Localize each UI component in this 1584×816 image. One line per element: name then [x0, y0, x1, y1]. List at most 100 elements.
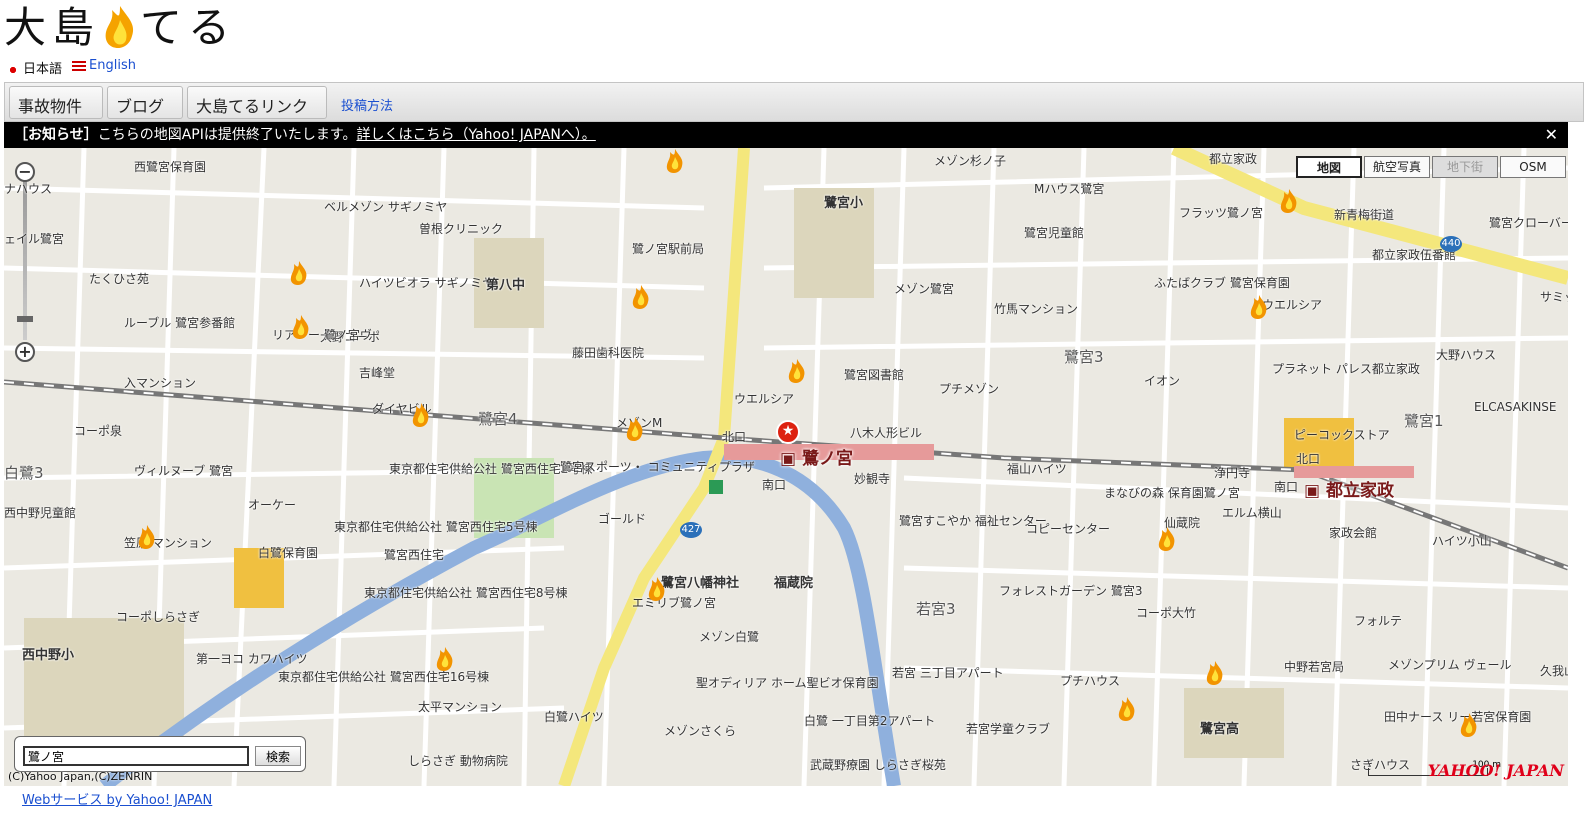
- notice-bar: ［お知らせ］こちらの地図APIは提供終了いたします。詳しくはこちら（Yahoo!…: [4, 122, 1568, 148]
- logo-fire-icon: [100, 2, 140, 50]
- map-label: メゾンさくら: [664, 724, 737, 738]
- map-label: 福蔵院: [774, 576, 814, 591]
- map-label: たくひさ苑: [89, 272, 150, 286]
- map-label: 新青梅街道: [1334, 208, 1395, 222]
- fire-icon[interactable]: [646, 576, 668, 602]
- fire-icon[interactable]: [1116, 696, 1138, 722]
- map-label: サミッ: [1540, 290, 1568, 304]
- map-label: 若宮 三丁目アパート: [892, 666, 1004, 680]
- maptype-osm[interactable]: OSM: [1500, 156, 1566, 178]
- notice-text: こちらの地図APIは提供終了いたします。: [97, 127, 357, 143]
- fire-icon[interactable]: [1156, 526, 1178, 552]
- zoom-in-button[interactable]: +: [15, 342, 35, 362]
- map-label: 鷺宮小: [824, 196, 864, 211]
- fire-icon[interactable]: [1278, 188, 1300, 214]
- maptype-aerial[interactable]: 航空写真: [1364, 156, 1430, 178]
- map-label: 鷺宮すこやか 福祉センター: [899, 514, 1047, 528]
- station-label-toritsukasei: ▣ 都立家政: [1304, 481, 1394, 501]
- lang-en-label: English: [89, 58, 136, 73]
- fire-icon[interactable]: [1248, 294, 1270, 320]
- map-label: フォレストガーデン 鷺宮3: [999, 584, 1143, 598]
- map-label: 白鷺 一丁目第2アパート: [804, 714, 936, 728]
- fire-icon[interactable]: [1458, 712, 1480, 738]
- search-box: 検索: [14, 736, 306, 772]
- menu-links-label: 大島てるリンク: [196, 97, 309, 116]
- school-ground-nishinakano: [24, 618, 184, 748]
- map-label: 白鷺ハイツ: [544, 710, 604, 724]
- map-label: ウエルシア: [734, 392, 795, 406]
- menu-accident-property[interactable]: 事故物件: [9, 86, 103, 130]
- map-label: 曽根クリニック: [419, 222, 504, 236]
- map-label: エミリブ鷺ノ宮: [632, 596, 717, 610]
- map-label: ハイツ小山: [1432, 534, 1492, 548]
- japan-flag-icon: [6, 64, 20, 75]
- map-label: ルーブル 鷺宮参番館: [124, 316, 236, 330]
- menu-links[interactable]: 大島てるリンク: [187, 86, 327, 130]
- map-label: コピーセンター: [1026, 522, 1111, 536]
- fire-icon[interactable]: [624, 416, 646, 442]
- lang-ja-label: 日本語: [23, 62, 63, 77]
- fire-icon[interactable]: [630, 284, 652, 310]
- map-label: 家政会館: [1329, 526, 1378, 540]
- map-label: 第一ヨコ カワハイツ: [196, 652, 308, 666]
- map-label: 北口: [1296, 452, 1321, 466]
- close-icon[interactable]: ✕: [1545, 122, 1558, 148]
- map-label: 南口: [1274, 480, 1299, 494]
- map-label: 若宮3: [916, 600, 956, 618]
- site-logo[interactable]: 大島 てる: [4, 2, 236, 54]
- map-label: 鷺宮児童館: [1024, 226, 1085, 240]
- map-label: 若宮学童クラブ: [966, 722, 1051, 736]
- map-label: 東京都住宅供給公社 鷺宮西住宅5号棟: [334, 520, 538, 534]
- map-label: 鷺宮4: [478, 410, 518, 428]
- search-input[interactable]: [23, 746, 249, 766]
- search-button[interactable]: 検索: [255, 746, 301, 766]
- fire-icon[interactable]: [434, 646, 456, 672]
- map-label: 都立家政: [1209, 152, 1258, 166]
- map-label: フラッツ鷺ノ宮: [1179, 206, 1264, 220]
- lang-en-link[interactable]: English: [72, 58, 136, 77]
- menu-blog-label: ブログ: [116, 97, 165, 116]
- menu-blog[interactable]: ブログ: [107, 86, 183, 130]
- map-label: プチメゾン: [939, 382, 1000, 396]
- howto-link[interactable]: 投稿方法: [341, 95, 393, 114]
- map-label: 東京都住宅供給公社 鷺宮西住宅8号棟: [364, 586, 568, 600]
- fire-icon[interactable]: [1204, 660, 1226, 686]
- map-label: エルム横山: [1222, 506, 1282, 520]
- fire-icon[interactable]: [288, 260, 310, 286]
- zoom-out-button[interactable]: −: [15, 162, 35, 182]
- lang-ja-link[interactable]: 日本語: [6, 58, 62, 77]
- map-label: イオン: [1144, 374, 1181, 388]
- map-label: 南口: [762, 478, 787, 492]
- bus-stop-icon: [709, 480, 723, 494]
- notice-link[interactable]: 詳しくはこちら（Yahoo! JAPANへ）。: [356, 127, 595, 143]
- map-label: コーポしらさぎ: [116, 610, 201, 624]
- map-label: ELCASAKINSE: [1474, 400, 1557, 414]
- map-label: 中野若宮局: [1284, 660, 1345, 674]
- yahoo-webservice-link[interactable]: Webサービス by Yahoo! JAPAN: [22, 789, 212, 808]
- map-label: ナハウス: [4, 182, 53, 196]
- map-label: 鷺ノ宮駅前局: [632, 242, 705, 256]
- map-label: 鷺宮クローバー保育園: [1489, 216, 1568, 230]
- route-440-badge: 440: [1440, 236, 1462, 252]
- map-label: 鷺宮図書館: [844, 368, 905, 382]
- map-label: フォルテ: [1354, 614, 1403, 628]
- maptype-map[interactable]: 地図: [1296, 156, 1362, 178]
- map-label: 鷺宮3: [1064, 348, 1104, 366]
- fire-icon[interactable]: [786, 358, 808, 384]
- map-label: オーケー: [248, 498, 297, 512]
- fire-icon[interactable]: [410, 402, 432, 428]
- fire-icon[interactable]: [290, 314, 312, 340]
- current-location-star-icon[interactable]: ★: [776, 420, 800, 444]
- map-label: ピーコックストア: [1294, 428, 1390, 442]
- map-label: 久我山: [1540, 664, 1568, 678]
- zoom-handle[interactable]: [17, 316, 33, 322]
- fire-icon[interactable]: [664, 148, 686, 174]
- map-canvas[interactable]: 地図 航空写真 地下街 OSM − + ▣ 鷺ノ宮 ▣ 都立家政 ★ 西鷺宮保育…: [4, 148, 1568, 786]
- logo-text-first: 大島: [4, 3, 101, 52]
- map-label: 北口: [722, 430, 747, 444]
- fire-icon[interactable]: [136, 524, 158, 550]
- map-label: 西中野児童館: [4, 506, 77, 520]
- map-label: コーポ泉: [74, 424, 123, 438]
- menu-accident-property-label: 事故物件: [18, 97, 83, 116]
- nav-bar: 事故物件 ブログ 大島てるリンク 投稿方法: [4, 82, 1584, 130]
